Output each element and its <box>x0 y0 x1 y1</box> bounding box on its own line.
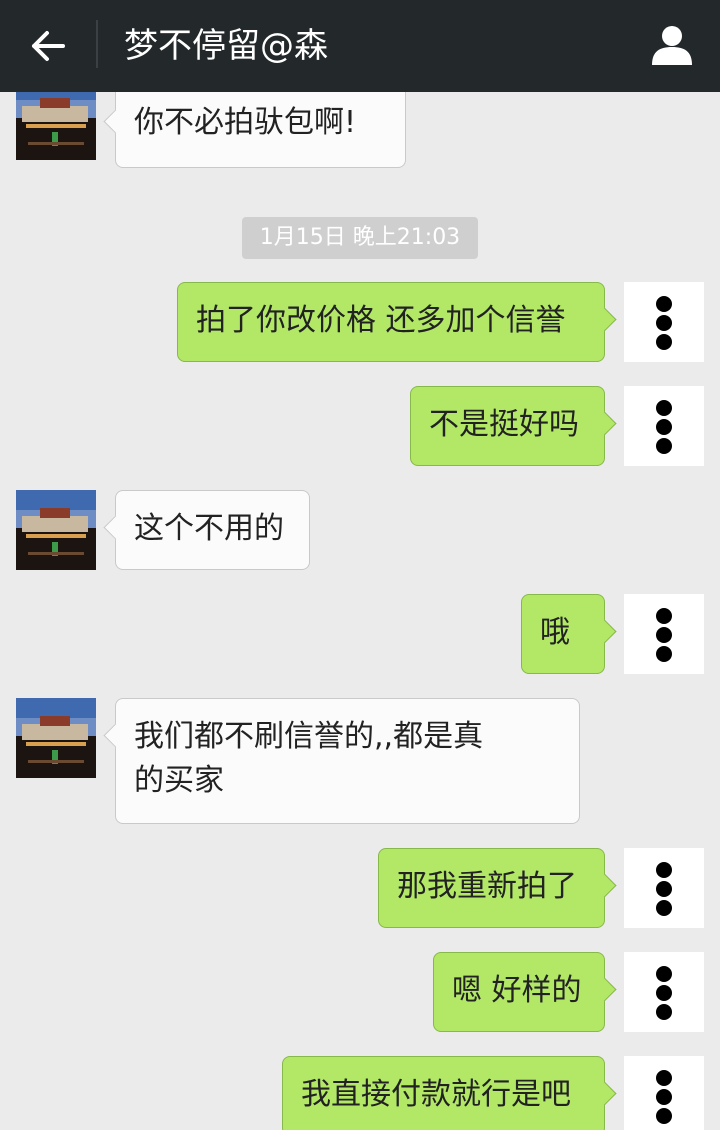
profile-button[interactable] <box>624 0 720 92</box>
message-text: 这个不用的 <box>134 511 284 546</box>
avatar[interactable] <box>624 282 704 362</box>
avatar-dot <box>656 334 672 350</box>
message-bubble[interactable]: 拍了你改价格 还多加个信誉 <box>177 282 605 362</box>
arrow-left-icon <box>32 31 65 61</box>
message-text: 哦 <box>540 615 570 650</box>
avatar-dot <box>656 400 672 416</box>
avatar-dot <box>656 900 672 916</box>
avatar[interactable] <box>16 490 96 570</box>
message-text: 那我重新拍了 <box>397 869 577 904</box>
avatar-dot <box>656 627 672 643</box>
avatar-dot <box>656 881 672 897</box>
avatar[interactable] <box>624 1056 704 1130</box>
back-button[interactable] <box>0 0 96 92</box>
avatar-dot <box>656 966 672 982</box>
message-text: 我们都不刷信誉的,,都是真 <box>134 719 484 754</box>
message-bubble[interactable]: 我直接付款就行是吧 <box>282 1056 605 1130</box>
avatar-dot <box>656 1108 672 1124</box>
avatar-dot <box>656 419 672 435</box>
avatar-image <box>16 92 96 160</box>
message-text: 拍了你改价格 还多加个信誉 <box>196 303 566 338</box>
message-text: 嗯 好样的 <box>452 973 582 1008</box>
avatar[interactable] <box>624 952 704 1032</box>
avatar-dot <box>656 296 672 312</box>
avatar-dot <box>656 1070 672 1086</box>
avatar-dot <box>656 608 672 624</box>
avatar-dot <box>656 985 672 1001</box>
avatar-image <box>16 490 96 570</box>
avatar-dot <box>656 1089 672 1105</box>
header-divider <box>96 20 98 68</box>
message-bubble[interactable]: 这个不用的 <box>115 490 310 570</box>
message-bubble[interactable]: 那我重新拍了 <box>378 848 605 928</box>
message-text: 的买家 <box>134 763 224 798</box>
avatar-dot <box>656 438 672 454</box>
timestamp: 1月15日 晚上21:03 <box>242 217 478 259</box>
message-bubble[interactable]: 嗯 好样的 <box>433 952 605 1032</box>
avatar-dot <box>656 1004 672 1020</box>
avatar-dot <box>656 862 672 878</box>
message-text: 我直接付款就行是吧 <box>301 1077 571 1112</box>
avatar-dot <box>656 315 672 331</box>
avatar[interactable] <box>624 594 704 674</box>
avatar[interactable] <box>16 698 96 778</box>
top-bar: 梦不停留@森 <box>0 0 720 92</box>
avatar[interactable] <box>624 386 704 466</box>
avatar[interactable] <box>16 92 96 160</box>
avatar[interactable] <box>624 848 704 928</box>
message-text: 你不必拍驮包啊! <box>134 105 357 140</box>
message-bubble[interactable]: 你不必拍驮包啊! <box>115 92 406 168</box>
message-bubble[interactable]: 我们都不刷信誉的,,都是真 的买家 <box>115 698 580 824</box>
message-bubble[interactable]: 哦 <box>521 594 605 674</box>
chat-title: 梦不停留@森 <box>124 26 328 66</box>
avatar-dot <box>656 646 672 662</box>
avatar-image <box>16 698 96 778</box>
person-icon <box>652 26 692 65</box>
message-bubble[interactable]: 不是挺好吗 <box>410 386 605 466</box>
chat-area[interactable]: 你不必拍驮包啊! 1月15日 晚上21:03 拍了你改价格 还多加个信誉 不是挺… <box>0 92 720 1130</box>
message-text: 不是挺好吗 <box>429 407 579 442</box>
